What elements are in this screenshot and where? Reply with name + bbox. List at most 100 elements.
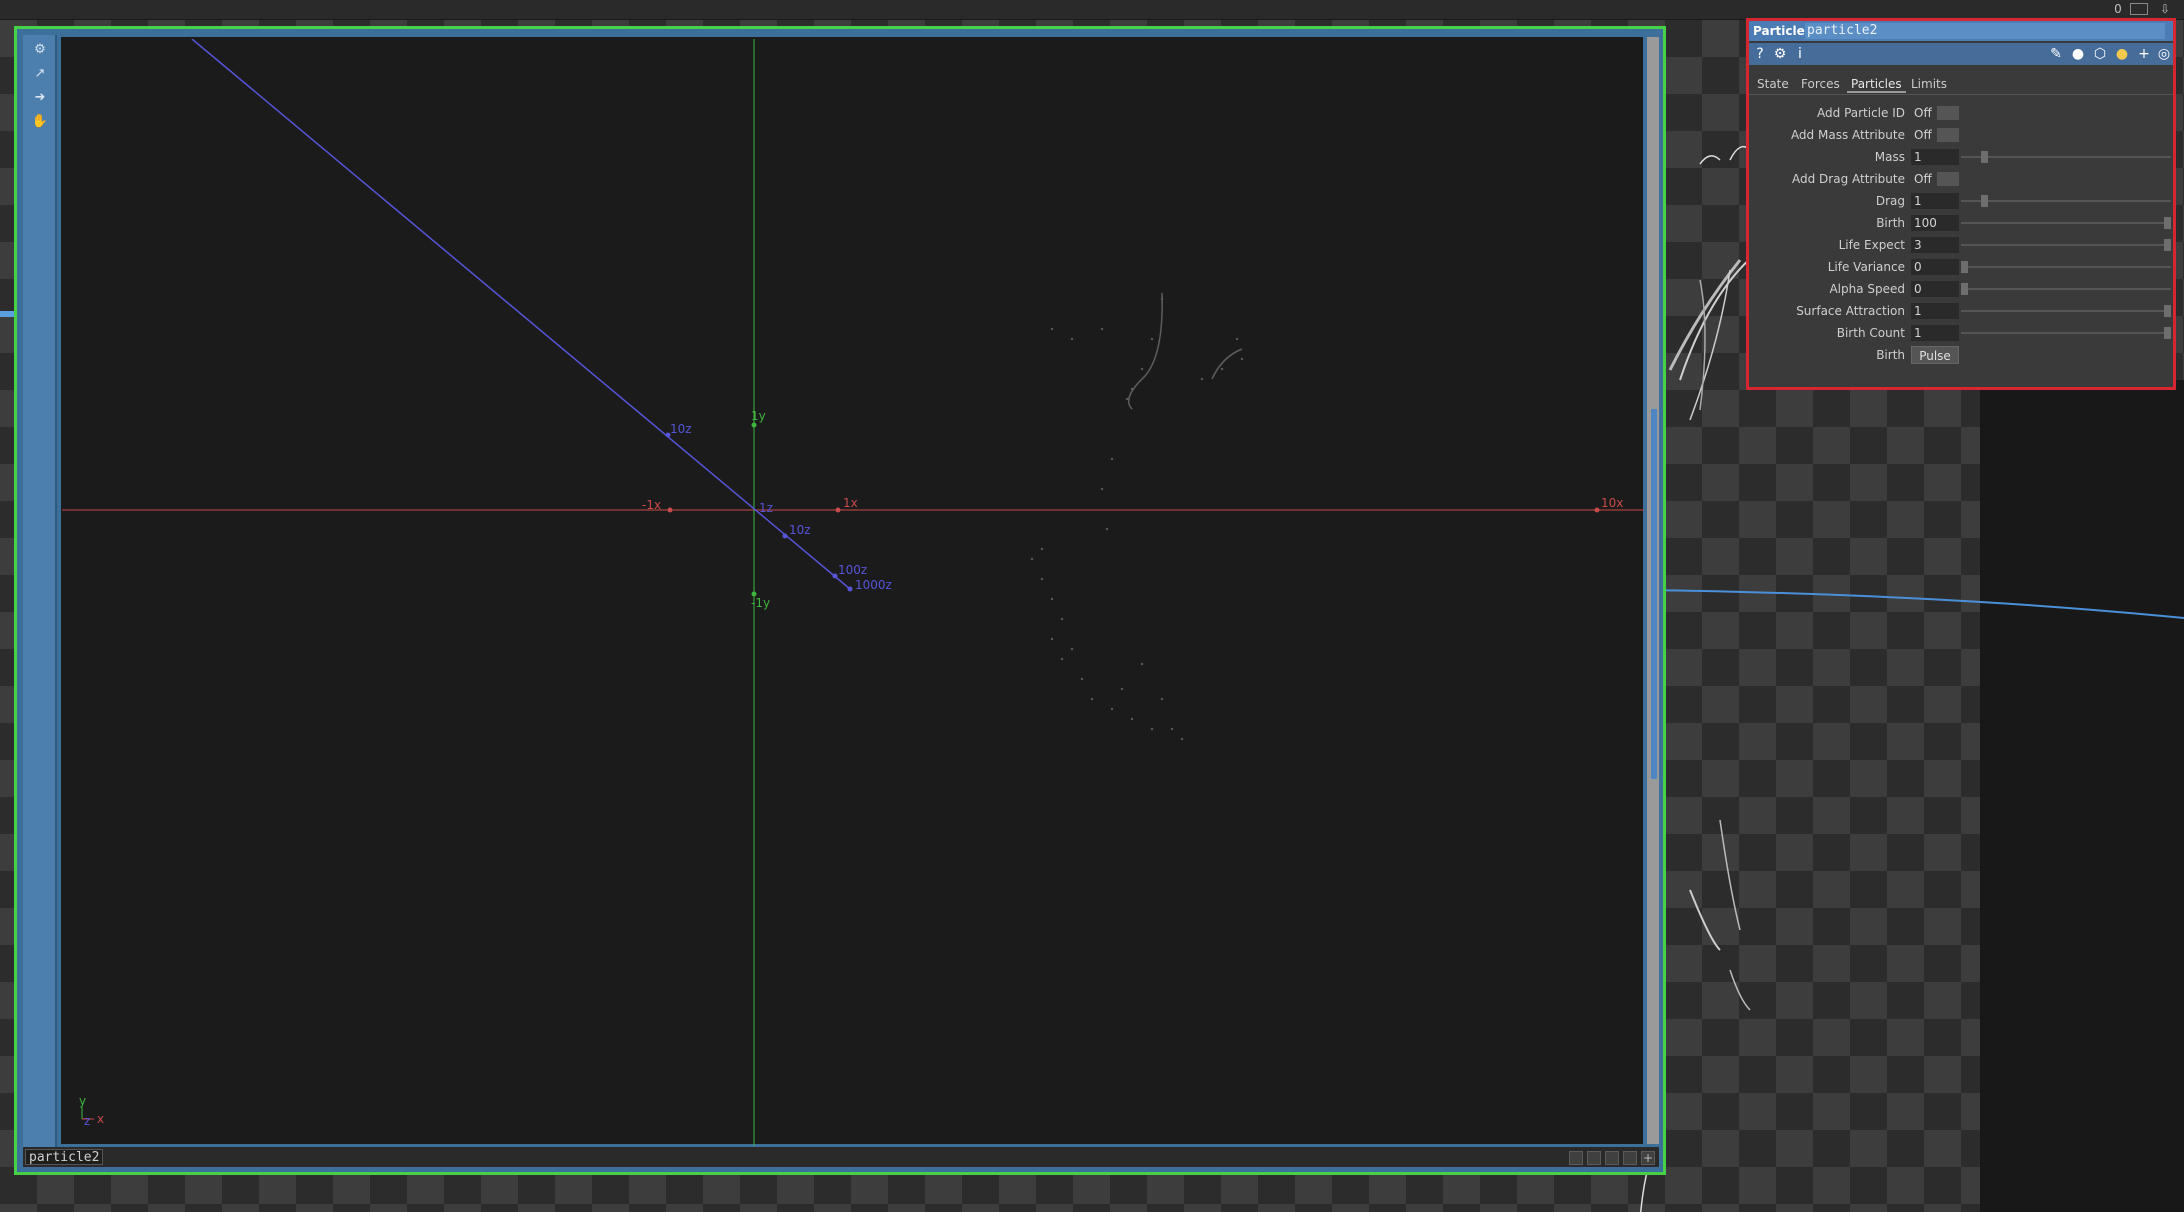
toggle-switch[interactable]	[1937, 172, 1959, 186]
viewer-scrollbar-thumb[interactable]	[1651, 409, 1657, 779]
slider-handle[interactable]	[1961, 261, 1968, 273]
gear-icon[interactable]: ⚙	[31, 41, 49, 59]
param-label: Birth	[1876, 348, 1905, 362]
tab-forces[interactable]: Forces	[1797, 75, 1844, 93]
view-button[interactable]	[1587, 1151, 1601, 1165]
particle-cloud	[1030, 297, 1244, 741]
param-add-mass-attribute: Add Mass Attribute Off	[1749, 125, 2173, 145]
viewer-toolbar: ⚙ ↗ ➜ ✋	[23, 35, 57, 1147]
z-100-label: 100z	[838, 563, 867, 577]
param-field[interactable]: 1	[1911, 193, 1959, 209]
param-toggle[interactable]: Off	[1911, 105, 1937, 121]
param-birth-pulse: Birth Pulse	[1749, 345, 2173, 365]
pencil-icon[interactable]: ✎	[2047, 45, 2065, 63]
param-slider[interactable]	[1961, 332, 2171, 334]
z-near-point	[782, 533, 788, 539]
param-field[interactable]: 3	[1911, 237, 1959, 253]
param-field[interactable]: 100	[1911, 215, 1959, 231]
slider-handle[interactable]	[2164, 305, 2171, 317]
x-neg-point	[667, 507, 673, 513]
view-button[interactable]	[1623, 1151, 1637, 1165]
operator-type: Particle	[1753, 24, 1805, 38]
particle-stroke	[1689, 889, 1721, 951]
tab-limits[interactable]: Limits	[1907, 75, 1951, 93]
toggle-switch[interactable]	[1937, 128, 1959, 142]
view-button[interactable]	[1605, 1151, 1619, 1165]
origin-label: 1z	[759, 501, 773, 515]
view-button[interactable]	[1569, 1151, 1583, 1165]
arrow-right-icon[interactable]: ➜	[31, 89, 49, 107]
z-1000-label: 1000z	[855, 578, 892, 592]
param-alpha-speed: Alpha Speed 0	[1749, 279, 2173, 299]
tab-state[interactable]: State	[1753, 75, 1793, 93]
param-slider[interactable]	[1961, 244, 2171, 246]
toggle-switch[interactable]	[1937, 106, 1959, 120]
y-pos-point	[751, 422, 757, 428]
particle-stroke	[1719, 819, 1741, 931]
hand-icon[interactable]: ✋	[31, 113, 49, 131]
param-surface-attraction: Surface Attraction 1	[1749, 301, 2173, 321]
operator-name-field[interactable]: particle2	[1805, 23, 2165, 39]
slider-handle[interactable]	[2164, 217, 2171, 229]
x-pos-point	[835, 507, 841, 513]
slider-handle[interactable]	[1981, 151, 1989, 163]
node-name-label: particle2	[25, 1149, 104, 1165]
param-label: Birth Count	[1836, 326, 1905, 340]
pulse-button[interactable]: Pulse	[1911, 346, 1959, 364]
parameter-panel: Particle particle2 ? ⚙ i ✎ ● ⬡ ● + ◎ Sta…	[1746, 18, 2176, 390]
info-icon[interactable]: i	[1791, 45, 1809, 63]
param-toggle[interactable]: Off	[1911, 171, 1937, 187]
slider-handle[interactable]	[2164, 239, 2171, 251]
gizmo-y-label: y	[79, 1094, 86, 1108]
y-pos-label: 1y	[751, 409, 766, 423]
param-drag: Drag 1	[1749, 191, 2173, 211]
param-label: Add Particle ID	[1817, 106, 1905, 120]
param-label: Life Variance	[1827, 260, 1905, 274]
tag-icon[interactable]: ⬡	[2091, 45, 2109, 63]
particle-trail	[1211, 348, 1243, 380]
graph-icon[interactable]: ↗	[31, 65, 49, 83]
z-100-point	[832, 573, 838, 579]
param-label: Alpha Speed	[1829, 282, 1905, 296]
python-icon[interactable]: ⚙	[1771, 45, 1789, 63]
param-life-expect: Life Expect 3	[1749, 235, 2173, 255]
param-slider[interactable]	[1961, 310, 2171, 312]
top-bar: 0 ⇩	[0, 0, 2184, 20]
panel-toolbar: ? ⚙ i ✎ ● ⬡ ● + ◎	[1749, 43, 2173, 65]
viewport-scene: -1x 1x 10x 1y -1y 10z 10z 100z 1000z 1z …	[62, 39, 1644, 1146]
plus-icon[interactable]: +	[1641, 1151, 1655, 1165]
particle-trail	[1127, 292, 1163, 410]
param-toggle[interactable]: Off	[1911, 127, 1937, 143]
param-slider[interactable]	[1961, 266, 2171, 268]
param-label: Mass	[1874, 150, 1905, 164]
param-slider[interactable]	[1961, 156, 2171, 158]
plus-icon[interactable]: +	[2135, 45, 2153, 63]
param-slider[interactable]	[1961, 222, 2171, 224]
param-field[interactable]: 1	[1911, 303, 1959, 319]
help-icon[interactable]: ?	[1751, 45, 1769, 63]
window-icon[interactable]	[2130, 3, 2148, 15]
param-life-variance: Life Variance 0	[1749, 257, 2173, 277]
arrow-down-icon[interactable]: ⇩	[2156, 1, 2174, 17]
network-wire	[1643, 589, 2184, 619]
x-pos-label: 1x	[843, 496, 858, 510]
particle-stroke	[1689, 269, 1731, 421]
python-snake-icon[interactable]: ●	[2113, 45, 2131, 63]
param-field[interactable]: 0	[1911, 281, 1959, 297]
z-back-label: 10z	[670, 422, 692, 436]
param-field[interactable]: 1	[1911, 149, 1959, 165]
param-slider[interactable]	[1961, 288, 2171, 290]
particle-stroke	[1699, 155, 1721, 165]
z-1000-point	[847, 586, 853, 592]
param-field[interactable]: 1	[1911, 325, 1959, 341]
comment-icon[interactable]: ●	[2069, 45, 2087, 63]
tab-particles[interactable]: Particles	[1847, 75, 1906, 93]
target-icon[interactable]: ◎	[2155, 45, 2173, 63]
particle-stroke	[1729, 969, 1751, 1011]
z-near-label: 10z	[789, 523, 811, 537]
slider-handle[interactable]	[1961, 283, 1968, 295]
slider-handle[interactable]	[1981, 195, 1989, 207]
slider-handle[interactable]	[2164, 327, 2171, 339]
param-field[interactable]: 0	[1911, 259, 1959, 275]
param-slider[interactable]	[1961, 200, 2171, 202]
